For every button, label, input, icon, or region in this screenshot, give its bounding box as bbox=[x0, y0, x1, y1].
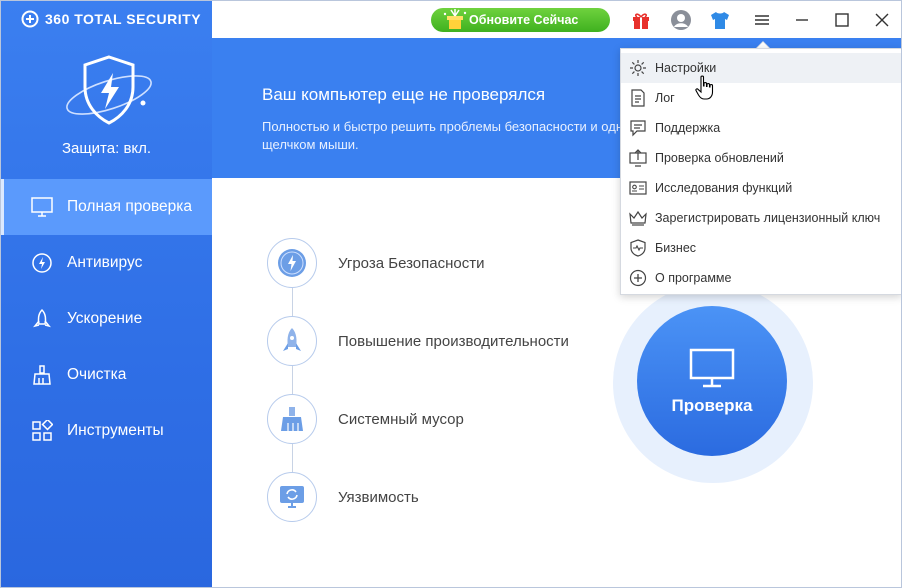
list-item: Повышение производительности bbox=[267, 315, 667, 367]
list-item-icon-circle bbox=[267, 472, 317, 522]
id-card-icon bbox=[629, 181, 647, 195]
title-bar: Обновите Сейчас bbox=[212, 1, 901, 38]
update-now-button[interactable]: Обновите Сейчас bbox=[431, 8, 610, 32]
sidebar-item-label: Полная проверка bbox=[67, 198, 193, 215]
hand-cursor-icon bbox=[695, 75, 714, 100]
sidebar-item-label: Ускорение bbox=[67, 310, 143, 327]
sidebar-item-speedup[interactable]: Ускорение bbox=[1, 291, 212, 347]
check-label: Повышение производительности bbox=[338, 332, 569, 350]
menu-item-label: Исследования функций bbox=[655, 181, 793, 195]
brand: 360 TOTAL SECURITY bbox=[21, 10, 201, 28]
document-icon bbox=[631, 89, 645, 107]
shield-icon bbox=[66, 55, 152, 125]
menu-item-settings[interactable]: Настройки bbox=[621, 53, 901, 83]
app-window: 360 TOTAL SECURITY Защита: вкл. Полная п… bbox=[0, 0, 902, 588]
sidebar-item-cleanup[interactable]: Очистка bbox=[1, 347, 212, 403]
banner-title: Ваш компьютер еще не проверялся bbox=[262, 85, 546, 104]
menu-item-support[interactable]: Поддержка bbox=[621, 113, 901, 143]
broom-icon bbox=[281, 407, 303, 431]
update-now-label: Обновите Сейчас bbox=[469, 13, 579, 27]
avatar-icon[interactable] bbox=[670, 9, 692, 31]
menu-item-feature-research[interactable]: Исследования функций bbox=[621, 173, 901, 203]
patch-icon bbox=[280, 486, 304, 508]
rocket-icon bbox=[283, 328, 301, 351]
maximize-icon[interactable] bbox=[831, 9, 853, 31]
menu-icon[interactable] bbox=[751, 9, 773, 31]
info-plus-icon bbox=[629, 269, 647, 287]
broom-icon bbox=[33, 365, 51, 385]
chat-icon bbox=[630, 120, 646, 137]
tools-grid-icon bbox=[32, 420, 53, 441]
brand-name: 360 TOTAL SECURITY bbox=[45, 11, 202, 27]
protection-status: Защита: вкл. bbox=[61, 140, 152, 157]
check-label: Уязвимость bbox=[338, 488, 419, 506]
sidebar-item-antivirus[interactable]: Антивирус bbox=[1, 235, 212, 291]
update-icon bbox=[629, 149, 647, 167]
close-icon[interactable] bbox=[871, 9, 893, 31]
gift-box-icon bbox=[443, 9, 467, 29]
tshirt-icon[interactable] bbox=[709, 9, 731, 31]
sidebar-nav: Полная проверка Антивирус Ускорение Очис… bbox=[1, 179, 212, 459]
menu-item-label: Лог bbox=[655, 91, 675, 105]
antivirus-icon bbox=[32, 253, 52, 273]
menu-item-check-updates[interactable]: Проверка обновлений bbox=[621, 143, 901, 173]
compass-icon bbox=[278, 249, 306, 277]
menu-item-log[interactable]: Лог bbox=[621, 83, 901, 113]
minimize-icon[interactable] bbox=[791, 9, 813, 31]
menu-item-label: Зарегистрировать лицензионный ключ bbox=[655, 211, 881, 225]
sidebar-item-tools[interactable]: Инструменты bbox=[1, 403, 212, 459]
list-item: Системный мусор bbox=[267, 393, 667, 445]
crown-icon bbox=[629, 210, 647, 226]
sidebar-item-label: Очистка bbox=[67, 366, 127, 383]
gift-icon[interactable] bbox=[630, 9, 652, 31]
menu-item-label: Поддержка bbox=[655, 121, 721, 135]
menu-item-business[interactable]: Бизнес bbox=[621, 233, 901, 263]
gear-icon bbox=[630, 60, 646, 76]
menu-item-label: О программе bbox=[655, 271, 732, 285]
banner-subtitle: Полностью и быстро решить проблемы безоп… bbox=[262, 119, 640, 152]
main-menu-dropdown: Настройки Лог Поддержка Проверка обновле… bbox=[620, 48, 901, 295]
sidebar-item-label: Антивирус bbox=[67, 254, 143, 271]
shield-pulse-icon bbox=[630, 239, 646, 257]
check-label: Системный мусор bbox=[338, 410, 464, 428]
menu-item-register-key[interactable]: Зарегистрировать лицензионный ключ bbox=[621, 203, 901, 233]
menu-item-label: Бизнес bbox=[655, 241, 697, 255]
sidebar-item-full-scan[interactable]: Полная проверка bbox=[1, 179, 212, 235]
list-item-icon-circle bbox=[267, 238, 317, 288]
list-item-icon-circle bbox=[267, 316, 317, 366]
menu-item-about[interactable]: О программе bbox=[621, 263, 901, 293]
menu-item-label: Проверка обновлений bbox=[655, 151, 784, 165]
list-item: Угроза Безопасности bbox=[267, 237, 667, 289]
menu-item-label: Настройки bbox=[655, 61, 717, 75]
list-item: Уязвимость bbox=[267, 471, 667, 523]
monitor-icon bbox=[689, 348, 735, 388]
menu-caret bbox=[756, 41, 770, 48]
rocket-icon bbox=[33, 308, 51, 328]
list-item-icon-circle bbox=[267, 394, 317, 444]
brand-logo-icon bbox=[21, 10, 39, 28]
sidebar-item-label: Инструменты bbox=[67, 422, 164, 439]
check-label: Угроза Безопасности bbox=[338, 254, 485, 272]
scan-button-label: Проверка bbox=[671, 396, 753, 415]
monitor-icon bbox=[31, 197, 53, 217]
scan-button[interactable]: Проверка bbox=[637, 306, 787, 456]
sidebar: 360 TOTAL SECURITY Защита: вкл. Полная п… bbox=[1, 1, 212, 587]
